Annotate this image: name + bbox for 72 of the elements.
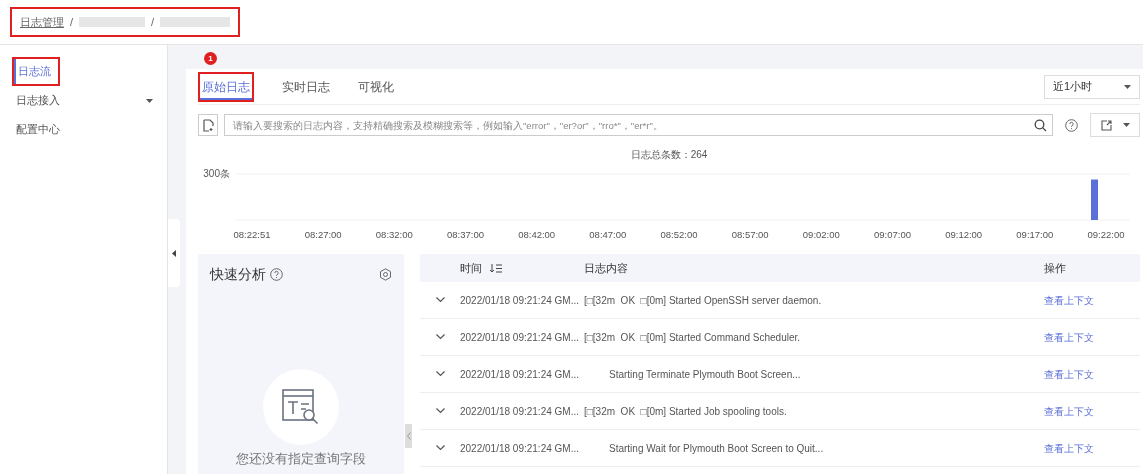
- export-icon: [1100, 119, 1112, 131]
- collapse-handle[interactable]: [168, 219, 180, 287]
- redacted-block: [160, 17, 231, 27]
- empty-message: 您还没有指定查询字段: [235, 450, 367, 468]
- sort-icon[interactable]: [490, 263, 502, 273]
- x-tick-label: 09:22:00: [1087, 229, 1125, 240]
- search-field[interactable]: 请输入要搜索的日志内容，支持精确搜索及模糊搜索等，例如输入"error"，"er?or"，"rro*"，"er*r"。: [224, 114, 1053, 136]
- y-axis-label: 300条: [203, 168, 230, 179]
- x-tick-label: 08:47:00: [589, 229, 627, 240]
- table-cell-text: Starting Terminate Plymouth Boot Screen...: [608, 368, 801, 380]
- caret-down-icon: [1122, 123, 1130, 127]
- redacted-block: [79, 17, 146, 27]
- x-tick-label: 08:37:00: [447, 229, 484, 240]
- table-cell: 2022/01/18 09:21:24 GM...: [460, 405, 579, 417]
- x-tick-label: 09:07:00: [874, 229, 911, 240]
- x-tick-label: 08:22:51: [233, 229, 271, 240]
- tab[interactable]: 实时日志: [282, 71, 330, 102]
- total-count: 日志总条数：264: [630, 149, 708, 160]
- chevron-left-icon: [406, 431, 411, 440]
- context-link[interactable]: 查看上下文: [1044, 294, 1094, 306]
- table-cell: [□[32m OK □[0m] Started OpenSSH server daemon.: [584, 294, 822, 306]
- x-tick-label: 09:12:00: [945, 229, 983, 240]
- chevron-down-icon[interactable]: [435, 297, 445, 303]
- x-tick-label: 09:17:00: [1016, 229, 1054, 240]
- table-cell-text: Starting Wait for Plymouth Boot Screen to Quit...: [608, 442, 824, 454]
- sidebar-item[interactable]: 日志接入: [0, 86, 167, 115]
- table-cell: 2022/01/18 09:21:24 GM...: [460, 368, 579, 380]
- chevron-down-icon[interactable]: [435, 445, 445, 451]
- time-range-select[interactable]: 近1小时: [1044, 74, 1140, 99]
- chart-bar: [1091, 179, 1098, 220]
- panel-title: 快速分析: [210, 265, 266, 284]
- caret-down-icon: [1124, 84, 1131, 89]
- tab[interactable]: 原始日志: [198, 71, 254, 102]
- annotation-badge: 1: [204, 52, 217, 65]
- collapse-handle[interactable]: [405, 424, 412, 448]
- chevron-down-icon[interactable]: [435, 371, 445, 377]
- table-cell: 2022/01/18 09:21:24 GM...: [460, 294, 579, 306]
- table-cell: [□[32m OK □[0m] Started Command Scheduler.: [584, 331, 801, 343]
- column-header: 操作: [1044, 261, 1066, 274]
- search-icon: [1034, 119, 1047, 132]
- help-icon[interactable]: [270, 268, 283, 281]
- context-link[interactable]: 查看上下文: [1044, 442, 1094, 454]
- file-add-icon: [202, 118, 214, 132]
- caret-left-icon: [172, 249, 176, 257]
- x-tick-label: 08:57:00: [731, 229, 769, 240]
- breadcrumb-separator: /: [151, 14, 155, 30]
- breadcrumb-link[interactable]: 日志管理: [20, 13, 64, 31]
- column-header: 日志内容: [584, 261, 628, 274]
- x-tick-label: 09:02:00: [802, 229, 840, 240]
- table-cell: [□[32m OK □[0m] Started Job spooling tools.: [584, 405, 787, 417]
- x-tick-label: 08:52:00: [660, 229, 698, 240]
- context-link[interactable]: 查看上下文: [1044, 368, 1094, 380]
- sidebar-item[interactable]: 日志流: [12, 57, 60, 86]
- settings-icon[interactable]: [379, 268, 392, 281]
- breadcrumb-separator: /: [70, 14, 74, 30]
- chevron-down-icon[interactable]: [435, 408, 445, 414]
- export-button[interactable]: [1090, 113, 1140, 137]
- file-add-button[interactable]: [198, 114, 218, 136]
- caret-down-icon: [146, 98, 153, 103]
- context-link[interactable]: 查看上下文: [1044, 331, 1094, 343]
- tab[interactable]: 可视化: [358, 71, 394, 102]
- table-cell: 2022/01/18 09:21:24 GM...: [460, 442, 579, 454]
- column-header: 时间: [460, 260, 482, 276]
- sidebar-item[interactable]: 配置中心: [0, 115, 167, 144]
- x-tick-label: 08:27:00: [304, 229, 342, 240]
- help-icon[interactable]: [1065, 118, 1078, 132]
- chevron-down-icon[interactable]: [435, 334, 445, 340]
- table-cell: 2022/01/18 09:21:24 GM...: [460, 331, 579, 343]
- x-tick-label: 08:42:00: [518, 229, 556, 240]
- context-link[interactable]: 查看上下文: [1044, 405, 1094, 417]
- text-search-icon: [281, 388, 321, 426]
- x-tick-label: 08:32:00: [375, 229, 413, 240]
